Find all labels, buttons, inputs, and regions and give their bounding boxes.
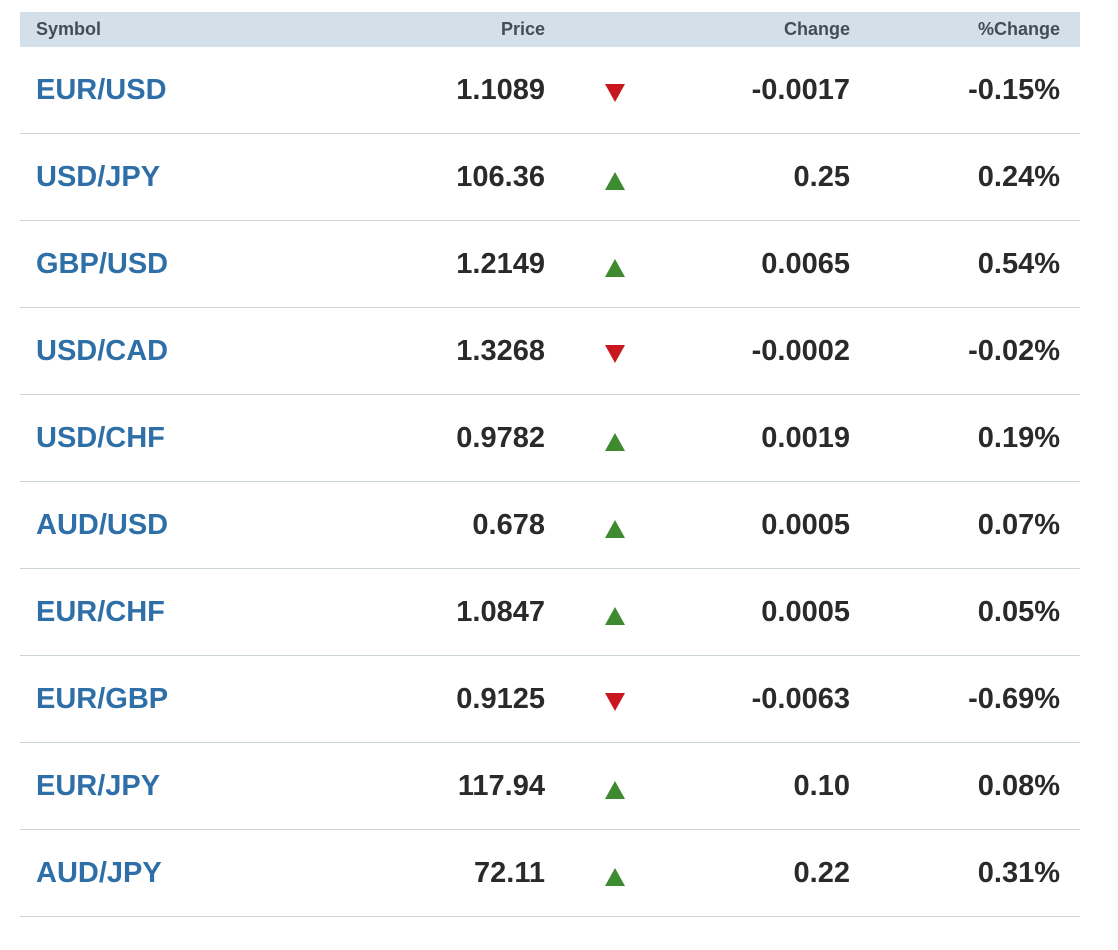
symbol-cell: EUR/GBP <box>20 683 350 716</box>
direction-cell <box>545 339 735 363</box>
arrow-down-icon <box>605 693 625 711</box>
pct-change-cell: -0.15% <box>968 73 1060 106</box>
symbol-cell: AUD/JPY <box>20 857 350 890</box>
direction-cell <box>545 512 735 538</box>
arrow-up-icon <box>605 172 625 190</box>
symbol-link[interactable]: EUR/JPY <box>36 770 160 802</box>
symbol-link[interactable]: EUR/CHF <box>36 596 165 628</box>
change-cell: 0.0019 <box>761 421 850 454</box>
pct-change-cell: 0.08% <box>977 769 1060 802</box>
symbol-cell: AUD/USD <box>20 509 350 542</box>
direction-cell <box>545 687 735 711</box>
symbol-cell: USD/CAD <box>20 335 350 368</box>
direction-cell <box>545 78 735 102</box>
pct-change-cell: 0.19% <box>977 421 1060 454</box>
table-header: Symbol Price Change %Change <box>20 12 1080 47</box>
arrow-down-icon <box>605 84 625 102</box>
table-row: GBP/USD 1.2149 0.0065 0.54% <box>20 221 1080 308</box>
change-cell: -0.0002 <box>751 334 850 367</box>
symbol-link[interactable]: AUD/JPY <box>36 857 162 889</box>
direction-cell <box>545 425 735 451</box>
arrow-up-icon <box>605 259 625 277</box>
symbol-link[interactable]: USD/CAD <box>36 335 168 367</box>
arrow-up-icon <box>605 781 625 799</box>
pct-change-cell: -0.69% <box>968 682 1060 715</box>
table-row: USD/JPY 106.36 0.25 0.24% <box>20 134 1080 221</box>
table-row: USD/CHF 0.9782 0.0019 0.19% <box>20 395 1080 482</box>
change-cell: 0.0005 <box>761 508 850 541</box>
price-cell: 0.9782 <box>456 421 545 454</box>
change-cell: -0.0063 <box>751 682 850 715</box>
price-cell: 1.0847 <box>456 595 545 628</box>
arrow-up-icon <box>605 868 625 886</box>
table-row: USD/CAD 1.3268 -0.0002 -0.02% <box>20 308 1080 395</box>
table-row: AUD/USD 0.678 0.0005 0.07% <box>20 482 1080 569</box>
symbol-cell: GBP/USD <box>20 248 350 281</box>
symbol-link[interactable]: USD/CHF <box>36 422 165 454</box>
table-row: EUR/JPY 117.94 0.10 0.08% <box>20 743 1080 830</box>
table-body: EUR/USD 1.1089 -0.0017 -0.15% USD/JPY 106.36 0… <box>20 47 1080 917</box>
pct-change-cell: -0.02% <box>968 334 1060 367</box>
pct-change-cell: 0.31% <box>977 856 1060 889</box>
arrow-up-icon <box>605 607 625 625</box>
direction-cell <box>545 251 735 277</box>
pct-change-cell: 0.07% <box>977 508 1060 541</box>
change-cell: 0.10 <box>793 769 850 802</box>
price-cell: 117.94 <box>457 769 545 802</box>
change-cell: 0.22 <box>793 856 850 889</box>
price-cell: 1.1089 <box>456 73 545 106</box>
symbol-link[interactable]: USD/JPY <box>36 161 160 193</box>
pct-change-cell: 0.24% <box>977 160 1060 193</box>
symbol-cell: EUR/USD <box>20 74 350 107</box>
direction-cell <box>545 773 735 799</box>
pct-change-cell: 0.05% <box>977 595 1060 628</box>
direction-cell <box>545 599 735 625</box>
header-pct-change: %Change <box>977 19 1060 39</box>
arrow-up-icon <box>605 520 625 538</box>
change-cell: 0.0005 <box>761 595 850 628</box>
direction-cell <box>545 164 735 190</box>
pct-change-cell: 0.54% <box>977 247 1060 280</box>
price-cell: 106.36 <box>456 160 545 193</box>
table-row: EUR/USD 1.1089 -0.0017 -0.15% <box>20 47 1080 134</box>
change-cell: 0.0065 <box>761 247 850 280</box>
direction-cell <box>545 860 735 886</box>
symbol-link[interactable]: AUD/USD <box>36 509 168 541</box>
symbol-link[interactable]: EUR/GBP <box>36 683 168 715</box>
arrow-down-icon <box>605 345 625 363</box>
change-cell: -0.0017 <box>751 73 850 106</box>
price-cell: 72.11 <box>474 856 545 889</box>
fx-quotes-table: Symbol Price Change %Change EUR/USD 1.108… <box>20 12 1080 917</box>
symbol-cell: EUR/CHF <box>20 596 350 629</box>
symbol-cell: USD/JPY <box>20 161 350 194</box>
header-price: Price <box>500 19 545 39</box>
symbol-cell: EUR/JPY <box>20 770 350 803</box>
price-cell: 1.3268 <box>456 334 545 367</box>
arrow-up-icon <box>605 433 625 451</box>
price-cell: 0.9125 <box>456 682 545 715</box>
header-change: Change <box>783 19 850 39</box>
table-row: EUR/CHF 1.0847 0.0005 0.05% <box>20 569 1080 656</box>
table-row: AUD/JPY 72.11 0.22 0.31% <box>20 830 1080 917</box>
table-row: EUR/GBP 0.9125 -0.0063 -0.69% <box>20 656 1080 743</box>
price-cell: 1.2149 <box>456 247 545 280</box>
change-cell: 0.25 <box>793 160 850 193</box>
price-cell: 0.678 <box>472 508 545 541</box>
symbol-link[interactable]: EUR/USD <box>36 74 167 106</box>
header-symbol: Symbol <box>36 19 102 39</box>
symbol-cell: USD/CHF <box>20 422 350 455</box>
symbol-link[interactable]: GBP/USD <box>36 248 168 280</box>
